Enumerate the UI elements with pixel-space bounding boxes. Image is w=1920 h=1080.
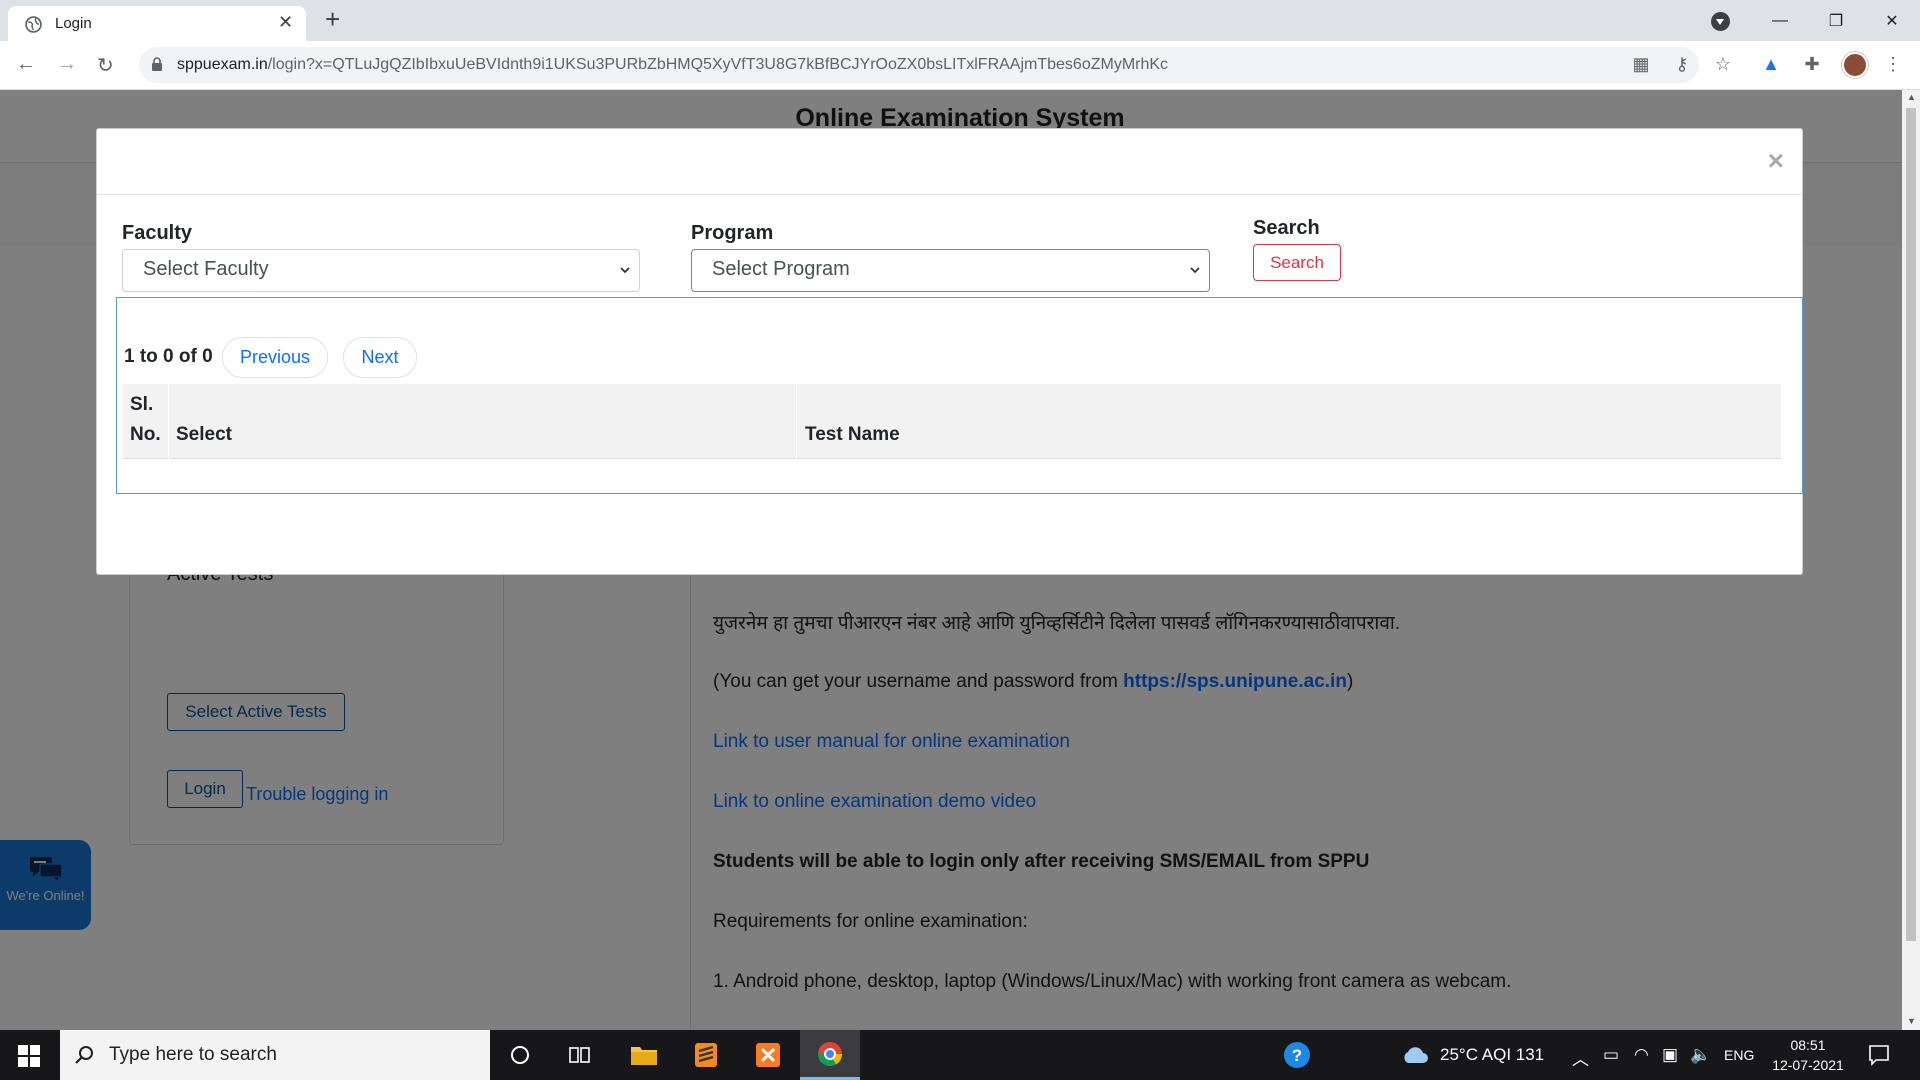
tab-search-icon[interactable] <box>1711 12 1730 31</box>
previous-button[interactable]: Previous <box>222 337 328 378</box>
results-panel: 1 to 0 of 0 Previous Next Sl. No. Select… <box>116 297 1803 494</box>
key-icon[interactable]: ⚷ <box>1671 54 1693 76</box>
column-separator <box>168 384 169 459</box>
scroll-thumb[interactable] <box>1906 108 1916 941</box>
select-test-modal: × Faculty Select Faculty Program Select … <box>96 128 1803 575</box>
pagination-range: 1 to 0 of 0 <box>124 346 213 367</box>
back-icon[interactable]: ← <box>16 53 36 76</box>
address-bar[interactable]: sppuexam.in/login?x=QTLuJgQZIbIbxuUeBVId… <box>139 47 1699 83</box>
faculty-label: Faculty <box>122 222 193 244</box>
browser-menu-icon[interactable]: ⋮ <box>1882 54 1904 76</box>
window-close-icon[interactable]: ✕ <box>1864 11 1920 31</box>
search-button[interactable]: Search <box>1253 244 1341 281</box>
tab-close-icon[interactable]: ✕ <box>278 12 293 33</box>
weather-text[interactable]: 25°C AQI 131 <box>1440 1045 1544 1065</box>
next-button[interactable]: Next <box>343 337 417 378</box>
language-indicator[interactable]: ENG <box>1724 1047 1754 1063</box>
sl-no-header-line2: No. <box>130 424 161 445</box>
lock-icon <box>152 57 162 71</box>
windows-taskbar: Type here to search ? 25°C AQI 131 ︿ ▭ ◠… <box>0 1030 1920 1080</box>
modal-close-icon[interactable]: × <box>1768 145 1784 177</box>
minimize-icon[interactable]: — <box>1752 12 1808 30</box>
file-explorer-icon[interactable] <box>614 1030 674 1080</box>
tray-chevron-up-icon[interactable]: ︿ <box>1572 1045 1589 1070</box>
globe-icon <box>25 16 42 33</box>
results-table-header: Sl. No. Select Test Name <box>123 384 1781 459</box>
taskbar-search-box[interactable]: Type here to search <box>60 1030 490 1080</box>
reload-icon[interactable]: ↻ <box>97 53 114 78</box>
cortana-icon[interactable] <box>490 1030 550 1080</box>
sublime-text-icon[interactable] <box>676 1030 736 1080</box>
search-icon <box>75 1046 93 1064</box>
extensions-puzzle-icon[interactable]: ✚ <box>1801 54 1823 76</box>
program-select[interactable]: Select Program <box>691 249 1210 292</box>
clock-date: 12-07-2021 <box>1772 1057 1844 1073</box>
faculty-select-value: Select Faculty <box>143 258 269 280</box>
help-icon[interactable]: ? <box>1267 1030 1327 1080</box>
sl-no-header-line1: Sl. <box>130 394 154 415</box>
url-host: sppuexam.in <box>177 56 268 73</box>
chevron-down-icon <box>1190 267 1200 274</box>
clock-time: 08:51 <box>1790 1037 1826 1053</box>
battery-icon[interactable]: ▭ <box>1603 1045 1619 1065</box>
xampp-icon[interactable] <box>738 1030 798 1080</box>
forward-icon[interactable]: → <box>57 53 77 76</box>
scroll-up-icon[interactable]: ▲ <box>1907 92 1916 102</box>
taskbar-search-placeholder: Type here to search <box>109 1044 277 1065</box>
windows-start-icon[interactable] <box>18 1045 40 1067</box>
chrome-taskbar-icon[interactable] <box>800 1030 860 1080</box>
restore-icon[interactable]: ❐ <box>1808 11 1864 31</box>
wifi-icon[interactable]: ◠ <box>1634 1045 1649 1065</box>
browser-tabstrip: Login ✕ + — ❐ ✕ <box>0 0 1920 41</box>
chevron-down-icon <box>620 267 630 274</box>
column-separator <box>796 384 797 459</box>
extension-a-icon[interactable]: ▲ <box>1760 54 1782 76</box>
new-tab-icon[interactable]: + <box>325 4 340 35</box>
system-clock[interactable]: 08:51 12-07-2021 <box>1768 1035 1848 1075</box>
faculty-select[interactable]: Select Faculty <box>122 249 640 292</box>
program-select-value: Select Program <box>712 258 850 280</box>
cloud-weather-icon <box>1404 1047 1428 1063</box>
volume-icon[interactable]: 🔈 <box>1690 1045 1711 1065</box>
url-text: sppuexam.in/login?x=QTLuJgQZIbIbxuUeBVId… <box>177 56 1168 74</box>
profile-avatar[interactable] <box>1842 52 1868 78</box>
network-status-icon[interactable]: ▣ <box>1662 1045 1678 1065</box>
url-path: /login?x=QTLuJgQZIbIbxuUeBVIdnth9i1UKSu3… <box>267 56 1169 73</box>
modal-header: × <box>97 129 1802 195</box>
search-label: Search <box>1253 217 1320 239</box>
tab-title: Login <box>55 15 92 32</box>
page-scrollbar[interactable]: ▲ ▼ <box>1902 90 1920 1030</box>
svg-text:?: ? <box>1292 1046 1302 1065</box>
window-controls: — ❐ ✕ <box>1752 0 1920 41</box>
bookmark-star-icon[interactable]: ☆ <box>1712 54 1734 76</box>
program-label: Program <box>691 222 774 244</box>
task-view-icon[interactable] <box>550 1030 610 1080</box>
notifications-icon[interactable] <box>1868 1044 1890 1066</box>
qr-code-icon[interactable]: ▦ <box>1630 54 1652 76</box>
test-name-header: Test Name <box>805 424 900 445</box>
select-header: Select <box>176 424 232 445</box>
browser-tab[interactable]: Login ✕ <box>8 6 306 41</box>
scroll-down-icon[interactable]: ▼ <box>1907 1016 1916 1026</box>
